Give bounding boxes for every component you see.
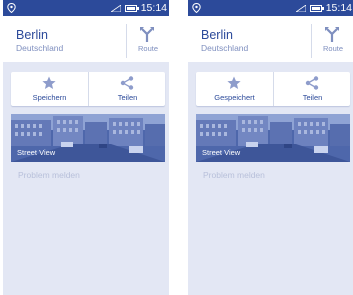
- route-label: Route: [137, 44, 158, 53]
- report-problem-link[interactable]: Problem melden: [18, 170, 80, 180]
- place-header: Berlin Deutschland Route: [188, 16, 353, 62]
- route-button[interactable]: Route: [311, 24, 353, 58]
- location-icon: [7, 3, 16, 13]
- status-bar: 15:14: [3, 0, 169, 16]
- signal-icon: [296, 5, 306, 12]
- route-icon: [140, 27, 154, 42]
- star-icon: [227, 76, 241, 89]
- battery-icon: [125, 5, 139, 12]
- share-icon: [120, 76, 134, 90]
- signal-icon: [111, 5, 121, 12]
- status-time: 15:14: [140, 2, 167, 14]
- report-problem-link[interactable]: Problem melden: [203, 170, 265, 180]
- share-icon: [305, 76, 319, 90]
- save-button[interactable]: Speichern: [11, 72, 88, 106]
- location-icon: [192, 3, 201, 13]
- action-bar: Speichern Teilen: [11, 72, 165, 106]
- share-label: Teilen: [117, 93, 138, 102]
- action-bar: Gespeichert Teilen: [196, 72, 350, 106]
- street-view-label: Street View: [17, 148, 56, 157]
- share-label: Teilen: [302, 93, 323, 102]
- route-label: Route: [322, 44, 343, 53]
- street-view-thumbnail[interactable]: Street View: [11, 114, 165, 162]
- battery-icon: [310, 5, 324, 12]
- status-time: 15:14: [325, 2, 352, 14]
- place-name: Berlin: [201, 28, 233, 42]
- phone-screen-after: 15:14 Berlin Deutschland Route Gespeiche…: [188, 0, 353, 295]
- phone-screen-before: 15:14 Berlin Deutschland Route Speichern: [3, 0, 169, 295]
- street-view-label: Street View: [202, 148, 241, 157]
- place-country: Deutschland: [16, 43, 64, 53]
- route-button[interactable]: Route: [126, 24, 168, 58]
- saved-label: Gespeichert: [214, 93, 255, 102]
- place-name: Berlin: [16, 28, 48, 42]
- street-view-thumbnail[interactable]: Street View: [196, 114, 350, 162]
- share-button[interactable]: Teilen: [273, 72, 350, 106]
- place-header: Berlin Deutschland Route: [3, 16, 169, 62]
- share-button[interactable]: Teilen: [88, 72, 165, 106]
- save-label: Speichern: [32, 93, 67, 102]
- star-icon: [42, 76, 56, 89]
- status-bar: 15:14: [188, 0, 353, 16]
- place-country: Deutschland: [201, 43, 249, 53]
- saved-button[interactable]: Gespeichert: [196, 72, 273, 106]
- route-icon: [325, 27, 339, 42]
